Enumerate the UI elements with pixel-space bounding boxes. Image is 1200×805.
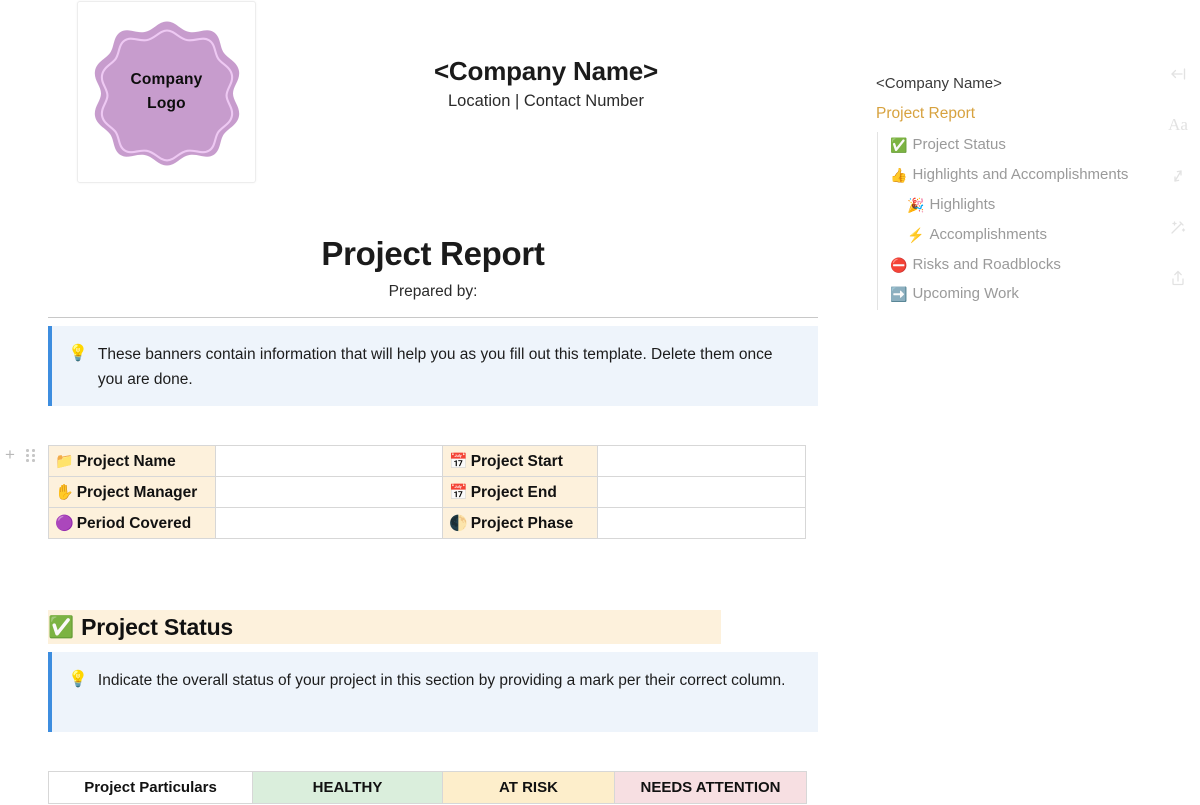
section-heading-project-status[interactable]: ✅ Project Status	[48, 610, 721, 644]
outline-item-label: Accomplishments	[929, 226, 1047, 243]
calendar-icon: 📅	[449, 453, 468, 470]
outline-item-label: Risks and Roadblocks	[912, 256, 1060, 273]
project-start-value[interactable]	[598, 446, 806, 477]
company-contact-line[interactable]: Location | Contact Number	[236, 92, 856, 111]
horizontal-divider	[48, 317, 818, 318]
outline-item-accomplishments[interactable]: ⚡ Accomplishments	[907, 226, 1047, 243]
check-mark-icon: ✅	[890, 138, 907, 152]
table-row: 🟣Period Covered 🌓Project Phase	[49, 508, 806, 539]
callout-text: These banners contain information that w…	[98, 342, 800, 392]
table-row: ✋Project Manager 📅Project End	[49, 477, 806, 508]
period-covered-value[interactable]	[216, 508, 443, 539]
page-title[interactable]: Project Report	[48, 235, 818, 273]
outline-item-risks-and-roadblocks[interactable]: ⛔ Risks and Roadblocks	[890, 256, 1061, 273]
project-end-label[interactable]: 📅Project End	[443, 477, 598, 508]
lightbulb-icon: 💡	[68, 342, 88, 365]
project-manager-label[interactable]: ✋Project Manager	[49, 477, 216, 508]
calendar-icon: 📅	[449, 484, 468, 501]
right-arrow-icon: ➡️	[890, 287, 907, 301]
project-start-label[interactable]: 📅Project Start	[443, 446, 598, 477]
company-name-heading[interactable]: <Company Name>	[236, 56, 856, 87]
outline-item-upcoming-work[interactable]: ➡️ Upcoming Work	[890, 285, 1019, 302]
document-outline-panel: <Company Name> Project Report ✅ Project …	[866, 0, 1156, 805]
outline-guide-line	[877, 132, 878, 310]
no-entry-icon: ⛔	[890, 258, 907, 272]
column-header-needs-attention[interactable]: NEEDS ATTENTION	[615, 772, 807, 804]
outline-item-highlights-and-accomplishments[interactable]: 👍 Highlights and Accomplishments	[890, 166, 1128, 183]
info-callout-banner[interactable]: 💡 These banners contain information that…	[48, 326, 818, 406]
share-icon[interactable]	[1164, 264, 1192, 292]
logo-badge-icon	[92, 17, 242, 167]
party-popper-icon: 🎉	[907, 198, 924, 212]
company-logo-placeholder[interactable]: Company Logo	[77, 1, 256, 183]
column-header-particulars[interactable]: Project Particulars	[49, 772, 253, 804]
column-header-at-risk[interactable]: AT RISK	[443, 772, 615, 804]
section-heading-text: Project Status	[81, 614, 233, 641]
lightbulb-icon: 💡	[68, 668, 88, 691]
raised-hand-icon: ✋	[55, 484, 74, 501]
sync-icon[interactable]	[1164, 162, 1192, 190]
project-manager-value[interactable]	[216, 477, 443, 508]
document-editor-page: + Company Logo <Company Name> Location |…	[0, 0, 1200, 805]
check-mark-icon: ✅	[48, 617, 74, 638]
folder-icon: 📁	[55, 453, 74, 470]
project-info-table: 📁Project Name 📅Project Start ✋Project Ma…	[48, 445, 806, 539]
collapse-panel-icon[interactable]	[1164, 60, 1192, 88]
project-name-value[interactable]	[216, 446, 443, 477]
magic-wand-icon[interactable]	[1164, 213, 1192, 241]
outline-current-document[interactable]: Project Report	[876, 105, 975, 123]
project-name-label[interactable]: 📁Project Name	[49, 446, 216, 477]
project-phase-value[interactable]	[598, 508, 806, 539]
outline-item-project-status[interactable]: ✅ Project Status	[890, 136, 1006, 153]
outline-root-company-name[interactable]: <Company Name>	[876, 75, 1002, 92]
outline-item-label: Highlights	[929, 196, 995, 213]
right-toolbar-rail: Aa	[1156, 0, 1200, 805]
table-header-row: Project Particulars HEALTHY AT RISK NEED…	[49, 772, 807, 804]
project-status-table: Project Particulars HEALTHY AT RISK NEED…	[48, 771, 807, 804]
moon-phase-icon: 🌓	[449, 515, 468, 532]
text-format-icon[interactable]: Aa	[1164, 111, 1192, 139]
table-row: 📁Project Name 📅Project Start	[49, 446, 806, 477]
prepared-by-label[interactable]: Prepared by:	[48, 283, 818, 301]
project-end-value[interactable]	[598, 477, 806, 508]
info-callout-banner[interactable]: 💡 Indicate the overall status of your pr…	[48, 652, 818, 732]
project-phase-label[interactable]: 🌓Project Phase	[443, 508, 598, 539]
period-covered-label[interactable]: 🟣Period Covered	[49, 508, 216, 539]
lightning-bolt-icon: ⚡	[907, 228, 924, 242]
callout-text: Indicate the overall status of your proj…	[98, 668, 800, 693]
outline-item-highlights[interactable]: 🎉 Highlights	[907, 196, 995, 213]
outline-item-label: Upcoming Work	[912, 285, 1018, 302]
thumbs-up-icon: 👍	[890, 168, 907, 182]
purple-circle-icon: 🟣	[55, 515, 74, 532]
document-body: Company Logo <Company Name> Location | C…	[0, 0, 866, 805]
column-header-healthy[interactable]: HEALTHY	[253, 772, 443, 804]
outline-item-label: Project Status	[912, 136, 1005, 153]
outline-item-label: Highlights and Accomplishments	[912, 166, 1128, 183]
